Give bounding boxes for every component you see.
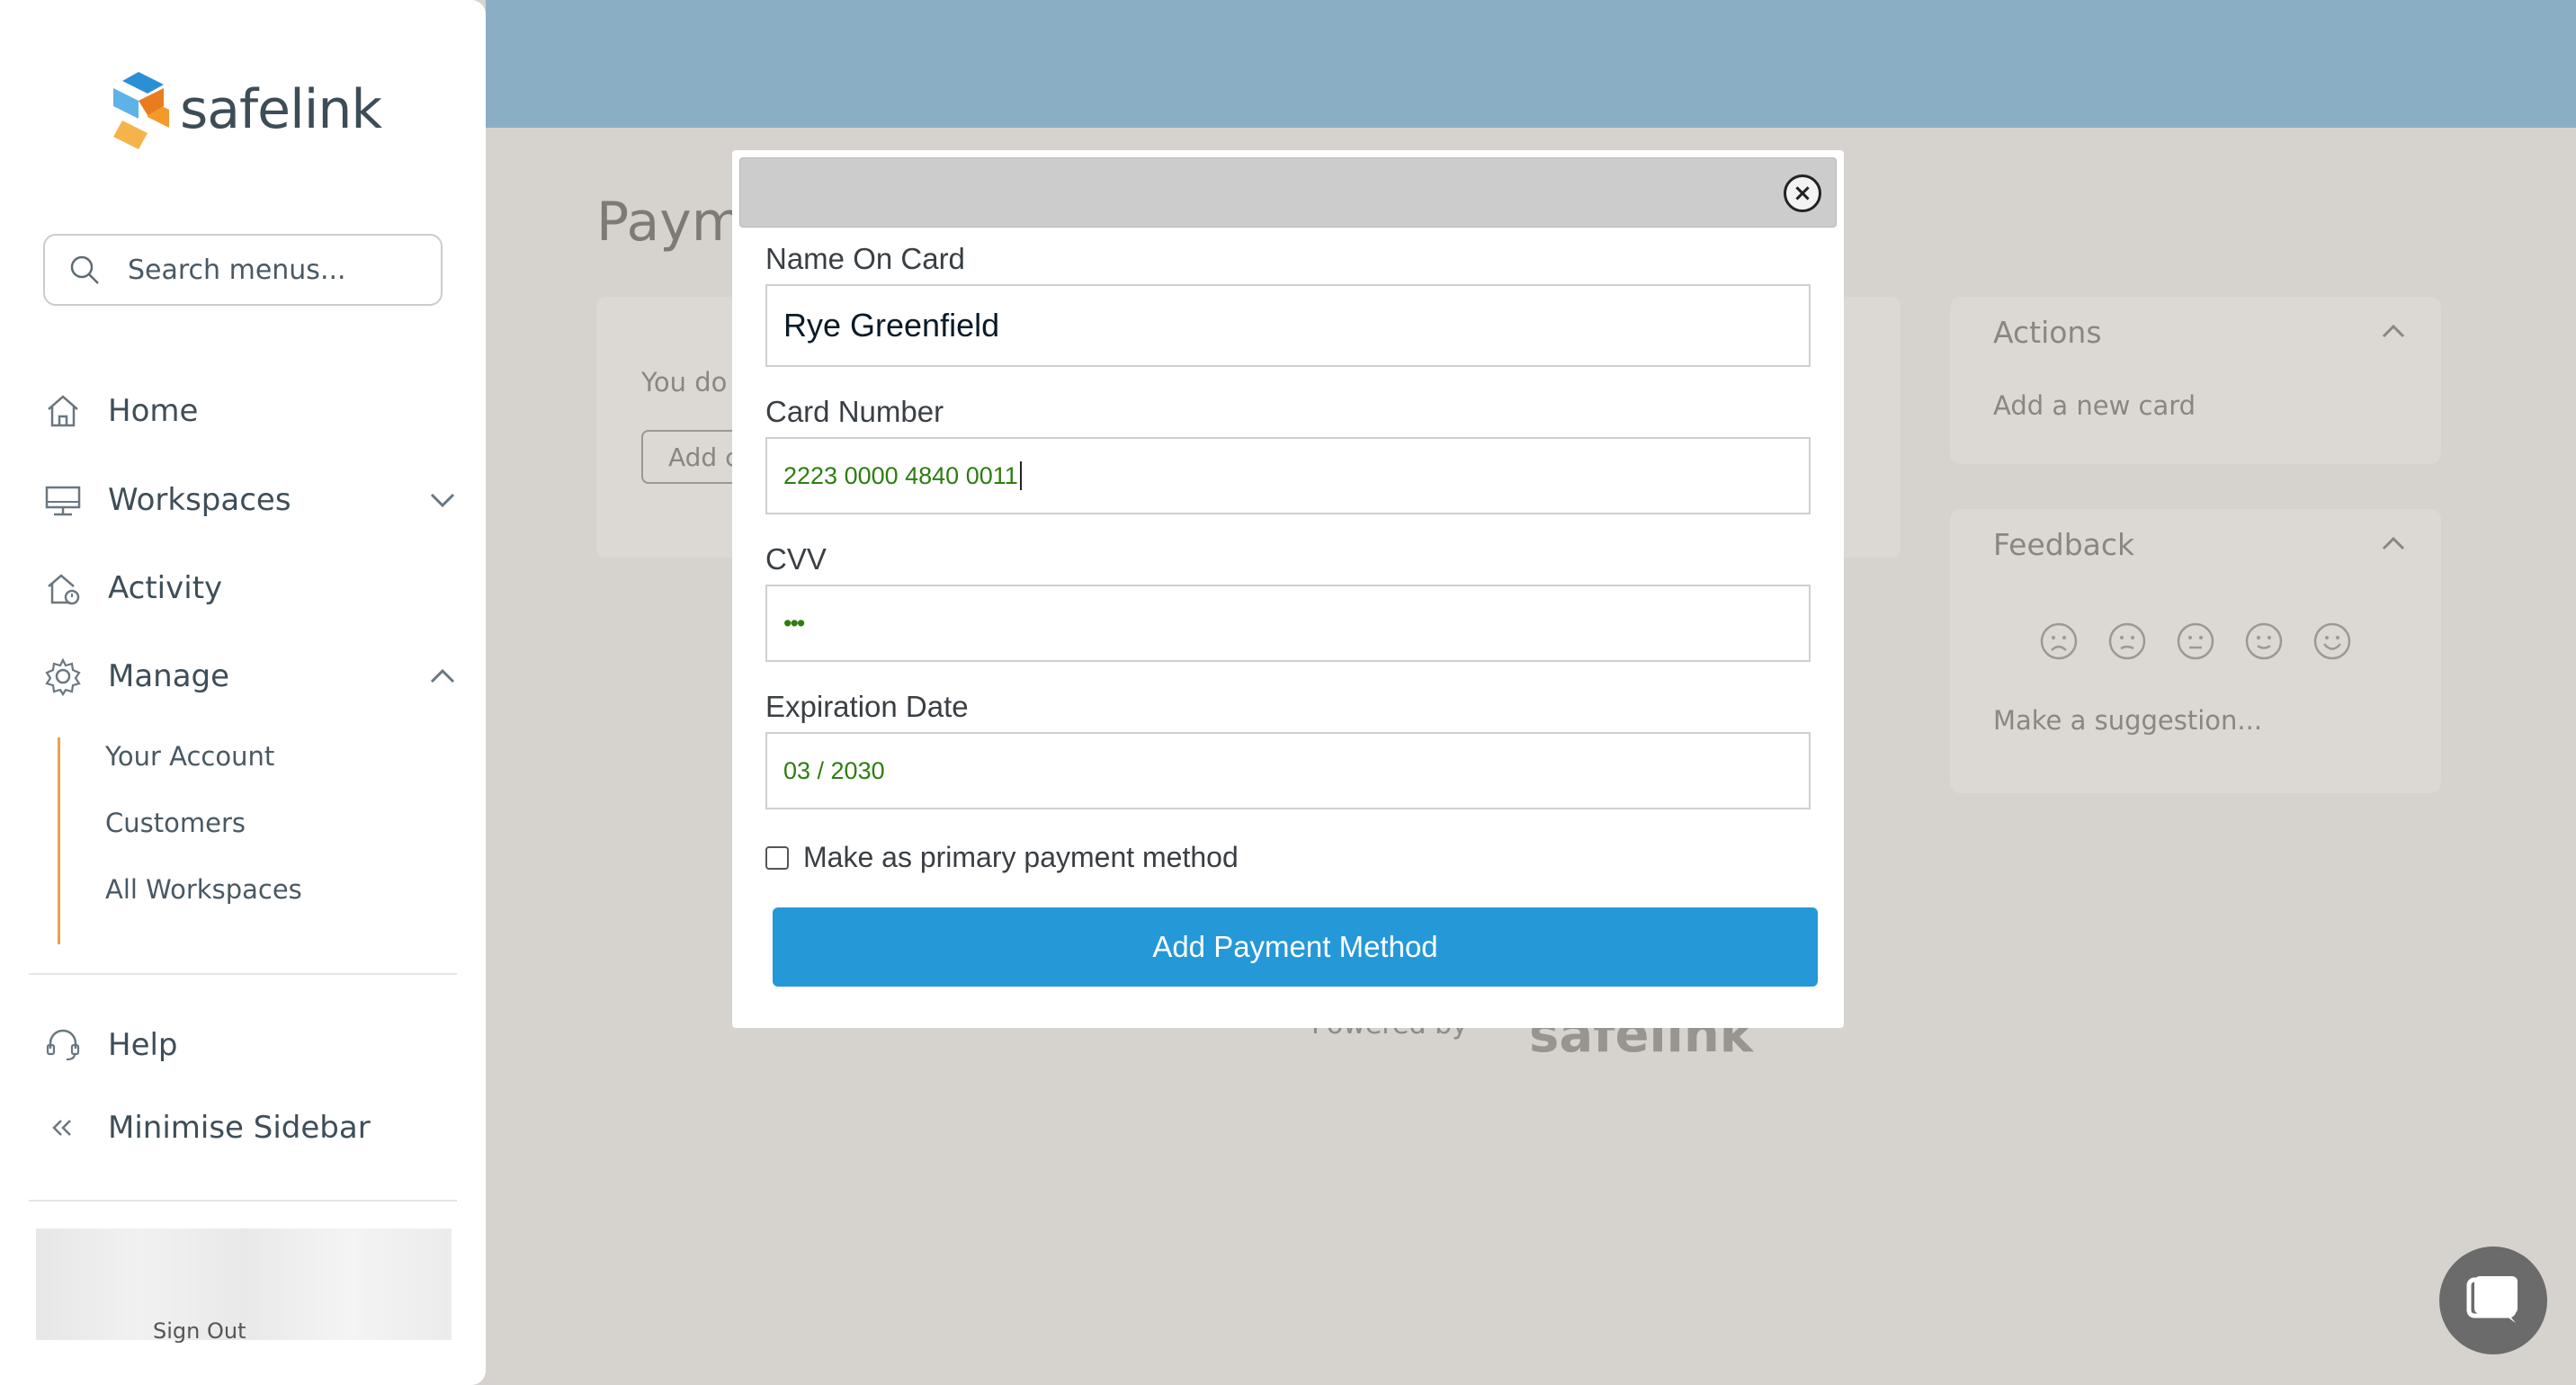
expiration-date-field[interactable]: 03 / 2030 <box>765 732 1811 809</box>
add-new-card-link[interactable]: Add a new card <box>1993 390 2196 421</box>
sidebar-divider <box>29 1200 457 1202</box>
cvv-value: ••• <box>783 609 805 637</box>
actions-card: Actions Add a new card <box>1950 297 2441 464</box>
chevron-up-icon[interactable] <box>2378 317 2409 347</box>
search-placeholder: Search menus... <box>128 254 346 286</box>
modal-header: × <box>739 157 1837 228</box>
name-on-card-field[interactable]: Rye Greenfield <box>765 284 1811 367</box>
card-number-field[interactable]: 2223 0000 4840 0011 <box>765 437 1811 514</box>
close-icon[interactable]: × <box>1784 174 1821 212</box>
actions-title: Actions <box>1993 315 2102 350</box>
submenu-item-your-account[interactable]: Your Account <box>105 741 274 772</box>
sidebar-item-label: Workspaces <box>108 482 291 518</box>
text-caret <box>1019 461 1022 490</box>
expiration-date-value: 03 / 2030 <box>783 756 885 784</box>
happy-face-icon[interactable] <box>2243 621 2285 662</box>
submenu-item-customers[interactable]: Customers <box>105 808 246 838</box>
logo[interactable]: safelink <box>101 67 382 153</box>
add-payment-modal: × Name On Card Rye Greenfield Card Numbe… <box>732 150 1844 1028</box>
sidebar: safelink Search menus... Home Workspaces <box>0 0 486 1385</box>
sidebar-item-workspaces[interactable]: Workspaces <box>43 473 457 527</box>
primary-method-row: Make as primary payment method <box>765 841 1239 874</box>
feedback-faces <box>2038 621 2353 662</box>
activity-icon <box>48 574 80 605</box>
submenu-item-all-workspaces[interactable]: All Workspaces <box>105 874 302 905</box>
cvv-label: CVV <box>765 542 827 576</box>
sad-face-icon[interactable] <box>2106 621 2148 662</box>
feedback-title: Feedback <box>1993 527 2135 562</box>
sidebar-item-label: Home <box>108 393 199 429</box>
sidebar-item-help[interactable]: Help <box>43 1018 457 1072</box>
chevron-down-icon[interactable] <box>428 486 457 514</box>
top-header-bar <box>486 0 2576 128</box>
chat-button[interactable] <box>2439 1246 2547 1354</box>
safelink-logo-icon <box>113 72 169 149</box>
name-on-card-value: Rye Greenfield <box>783 307 1000 344</box>
gear-icon <box>45 657 81 696</box>
double-chevron-left-icon <box>52 1120 71 1136</box>
sidebar-divider <box>29 973 457 975</box>
search-icon <box>70 255 99 284</box>
search-input[interactable]: Search menus... <box>43 234 443 306</box>
sign-out-link[interactable]: Sign Out <box>153 1318 246 1344</box>
add-payment-method-button[interactable]: Add Payment Method <box>773 907 1818 987</box>
minimise-sidebar-button[interactable]: Minimise Sidebar <box>43 1101 457 1155</box>
logo-text: safelink <box>180 78 382 141</box>
chevron-up-icon[interactable] <box>428 662 457 691</box>
name-on-card-label: Name On Card <box>765 242 965 275</box>
sidebar-item-label: Manage <box>108 658 230 694</box>
make-suggestion-link[interactable]: Make a suggestion... <box>1993 705 2262 736</box>
home-icon <box>48 395 78 427</box>
card-number-label: Card Number <box>765 395 944 428</box>
manage-submenu: Your Account Customers All Workspaces <box>58 737 435 944</box>
monitor-icon <box>45 486 81 516</box>
page-title: Paym <box>596 191 745 254</box>
primary-method-checkbox[interactable] <box>765 845 789 870</box>
very-sad-face-icon[interactable] <box>2038 621 2080 662</box>
sidebar-item-label: Minimise Sidebar <box>108 1110 371 1146</box>
sidebar-item-activity[interactable]: Activity <box>43 561 457 615</box>
feedback-card: Feedback Make a suggestion... <box>1950 509 2441 793</box>
chevron-up-icon[interactable] <box>2378 529 2409 559</box>
expiration-date-label: Expiration Date <box>765 690 969 723</box>
headset-icon <box>46 1029 80 1061</box>
sidebar-item-home[interactable]: Home <box>43 384 457 438</box>
chat-bubble-icon <box>2466 1276 2518 1323</box>
sidebar-item-label: Help <box>108 1027 178 1063</box>
cvv-field[interactable]: ••• <box>765 585 1811 662</box>
card-number-value: 2223 0000 4840 0011 <box>783 461 1018 489</box>
no-cards-text: You do <box>641 367 728 398</box>
primary-method-label[interactable]: Make as primary payment method <box>803 841 1239 874</box>
sidebar-item-manage[interactable]: Manage <box>43 649 457 703</box>
very-happy-face-icon[interactable] <box>2312 621 2353 662</box>
neutral-face-icon[interactable] <box>2175 621 2216 662</box>
sidebar-item-label: Activity <box>108 570 223 606</box>
